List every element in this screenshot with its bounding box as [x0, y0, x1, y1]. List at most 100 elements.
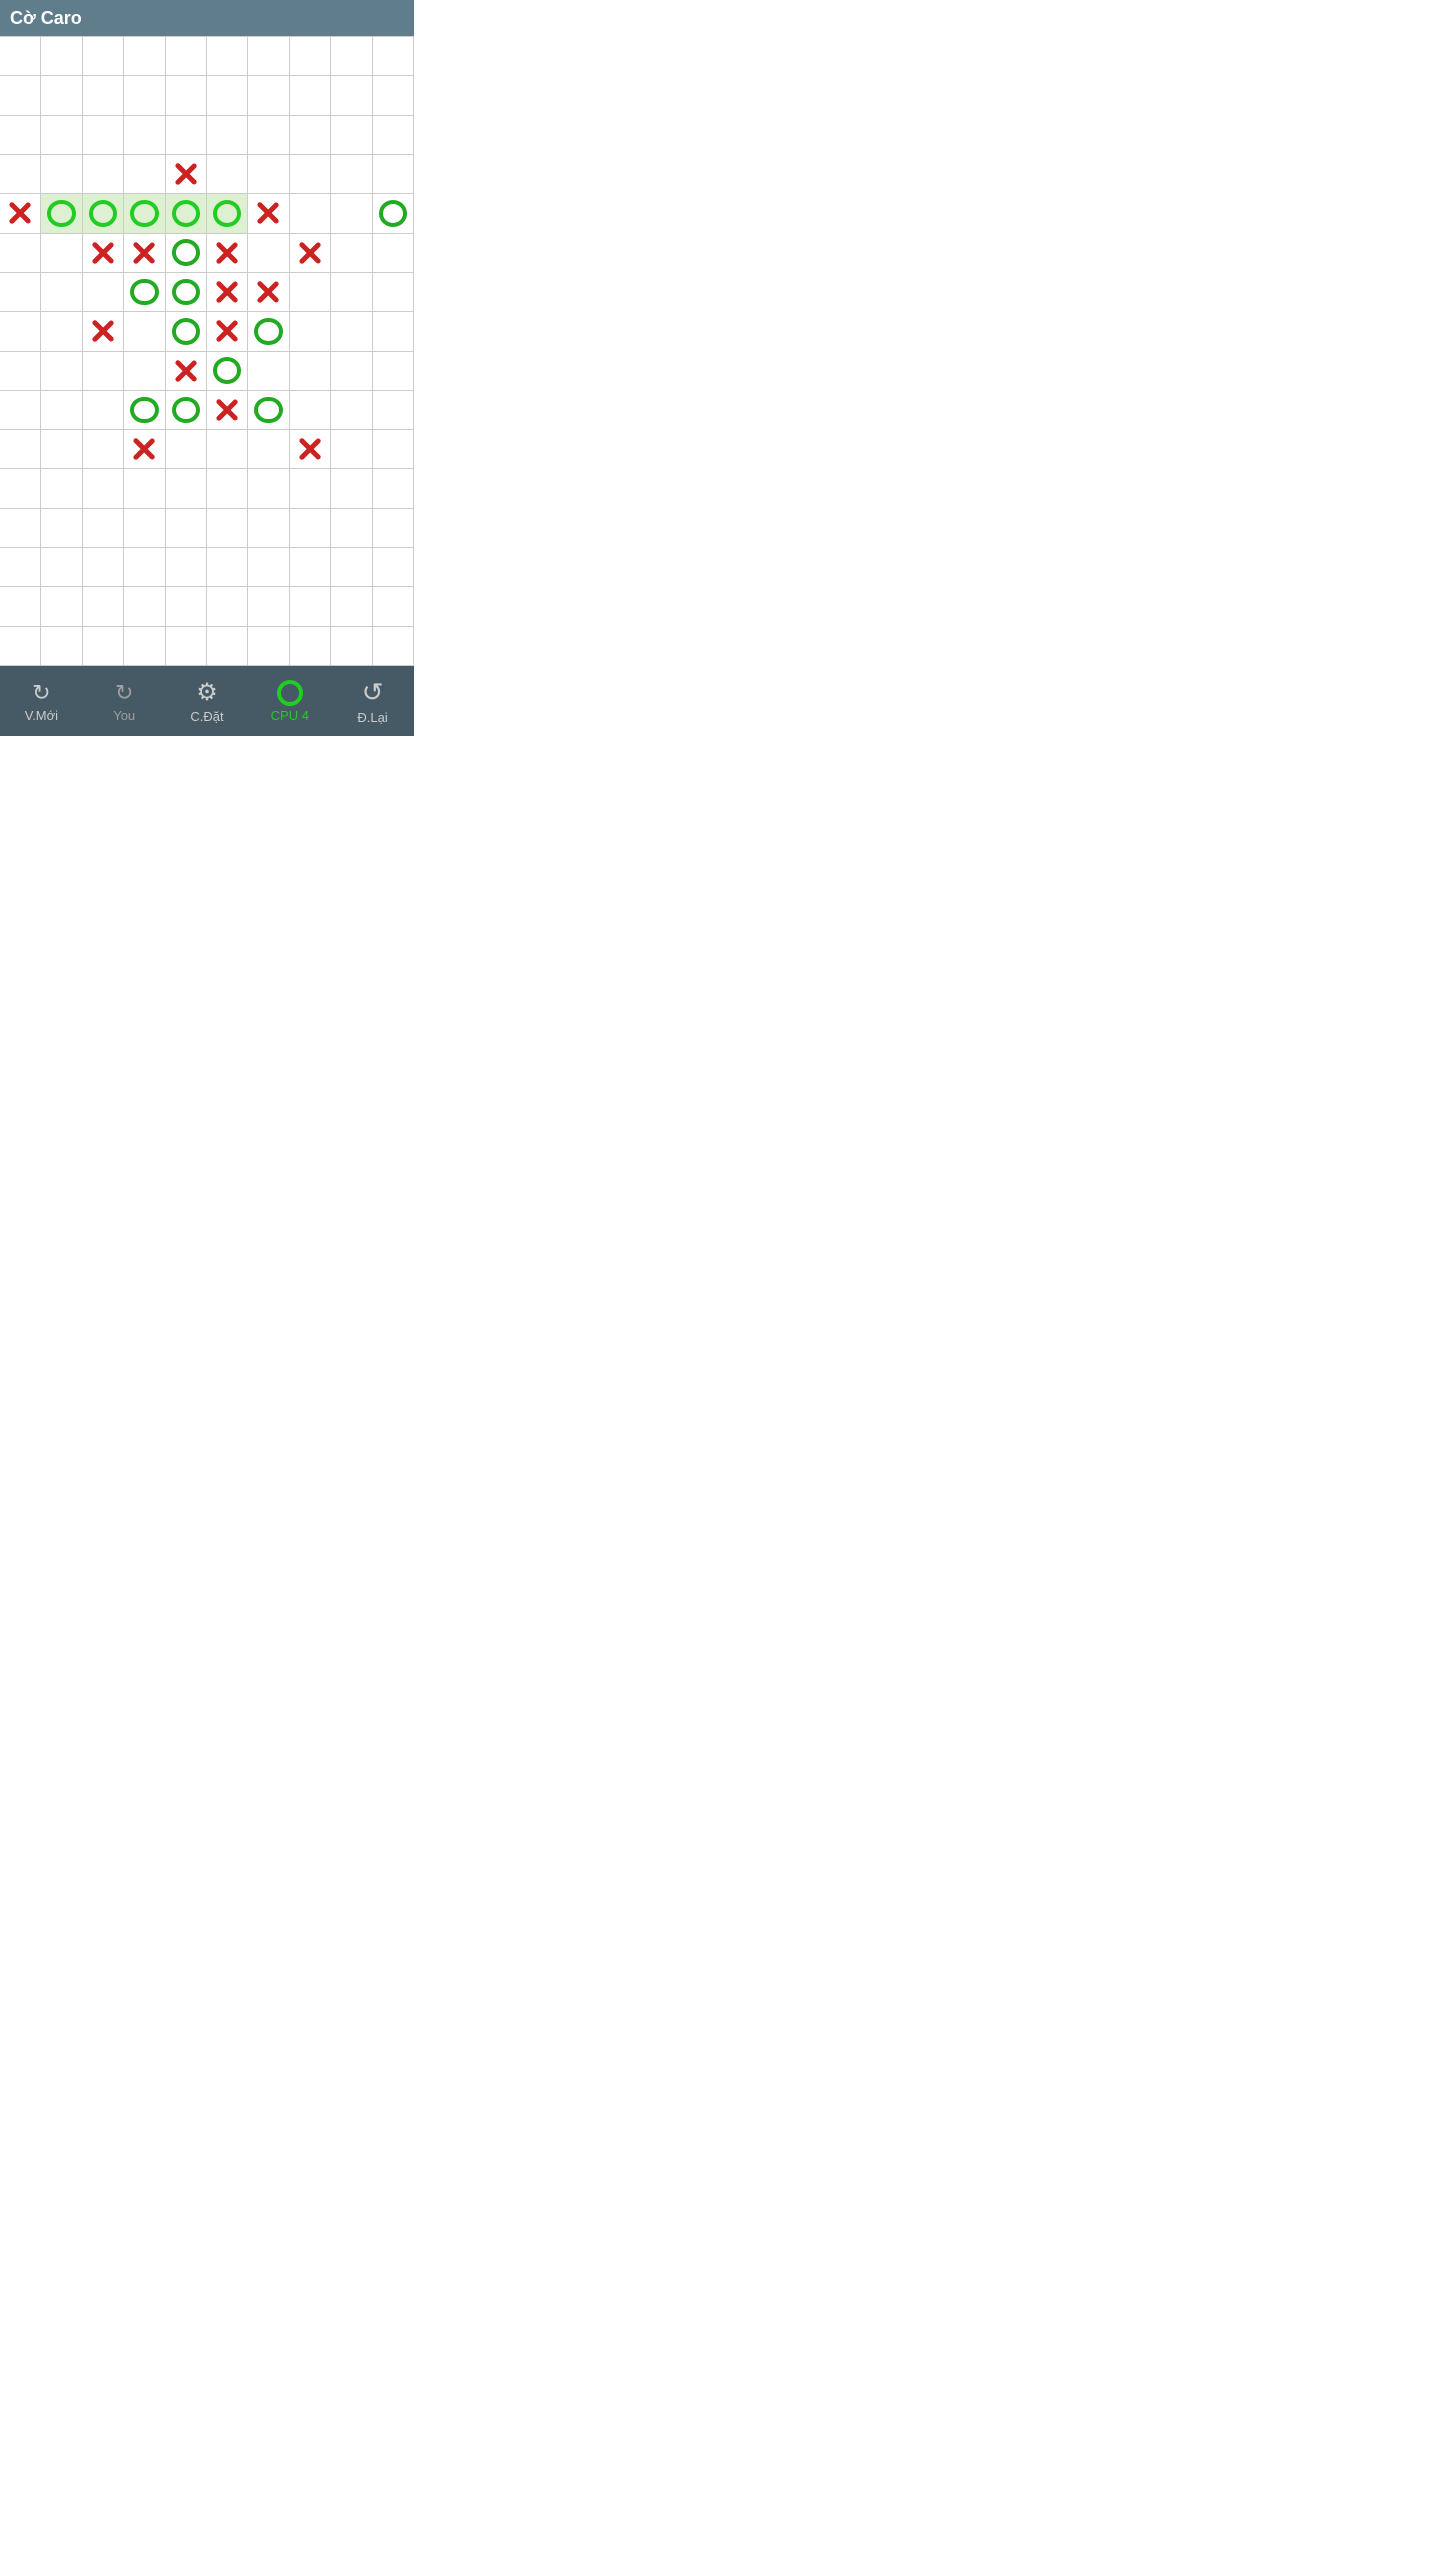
board-cell[interactable] — [331, 312, 372, 351]
board-cell[interactable] — [290, 430, 331, 469]
board-cell[interactable] — [331, 509, 372, 548]
board-cell[interactable] — [290, 627, 331, 666]
board-cell[interactable] — [0, 627, 41, 666]
board-cell[interactable] — [290, 273, 331, 312]
board-cell[interactable] — [41, 352, 82, 391]
board-cell[interactable] — [248, 391, 289, 430]
board-cell[interactable] — [248, 234, 289, 273]
board-cell[interactable] — [83, 273, 124, 312]
board-cell[interactable] — [0, 194, 41, 233]
board-cell[interactable] — [0, 155, 41, 194]
board-cell[interactable] — [373, 116, 414, 155]
board-cell[interactable] — [248, 469, 289, 508]
board-cell[interactable] — [83, 627, 124, 666]
board-cell[interactable] — [41, 155, 82, 194]
board-cell[interactable] — [83, 37, 124, 76]
board-cell[interactable] — [207, 627, 248, 666]
board-cell[interactable] — [207, 548, 248, 587]
board-cell[interactable] — [248, 37, 289, 76]
board-cell[interactable] — [41, 430, 82, 469]
board-cell[interactable] — [373, 391, 414, 430]
board-cell[interactable] — [0, 234, 41, 273]
board-cell[interactable] — [290, 312, 331, 351]
board-cell[interactable] — [331, 469, 372, 508]
board-cell[interactable] — [207, 76, 248, 115]
board-cell[interactable] — [83, 352, 124, 391]
board-cell[interactable] — [373, 469, 414, 508]
board-cell[interactable] — [290, 234, 331, 273]
board-cell[interactable] — [41, 194, 82, 233]
board-cell[interactable] — [0, 587, 41, 626]
board-cell[interactable] — [124, 312, 165, 351]
board-cell[interactable] — [248, 627, 289, 666]
board-cell[interactable] — [166, 273, 207, 312]
board-cell[interactable] — [83, 234, 124, 273]
board-cell[interactable] — [0, 391, 41, 430]
board-cell[interactable] — [207, 194, 248, 233]
board-cell[interactable] — [41, 391, 82, 430]
board-cell[interactable] — [290, 76, 331, 115]
board-cell[interactable] — [166, 548, 207, 587]
board-cell[interactable] — [41, 37, 82, 76]
board-cell[interactable] — [83, 430, 124, 469]
board-cell[interactable] — [248, 352, 289, 391]
board-cell[interactable] — [41, 469, 82, 508]
board-cell[interactable] — [290, 155, 331, 194]
board-cell[interactable] — [166, 312, 207, 351]
board-cell[interactable] — [83, 587, 124, 626]
board-cell[interactable] — [331, 548, 372, 587]
board-cell[interactable] — [290, 509, 331, 548]
board-cell[interactable] — [0, 469, 41, 508]
board-cell[interactable] — [166, 430, 207, 469]
board-cell[interactable] — [373, 273, 414, 312]
board-cell[interactable] — [373, 155, 414, 194]
board-cell[interactable] — [207, 116, 248, 155]
board-cell[interactable] — [124, 234, 165, 273]
board-cell[interactable] — [124, 352, 165, 391]
board-cell[interactable] — [248, 76, 289, 115]
board-cell[interactable] — [207, 234, 248, 273]
board-cell[interactable] — [290, 469, 331, 508]
board-cell[interactable] — [207, 352, 248, 391]
board-cell[interactable] — [248, 548, 289, 587]
board-cell[interactable] — [0, 509, 41, 548]
board-cell[interactable] — [41, 116, 82, 155]
board-cell[interactable] — [83, 391, 124, 430]
board-cell[interactable] — [124, 194, 165, 233]
board-cell[interactable] — [83, 312, 124, 351]
board-cell[interactable] — [41, 76, 82, 115]
board-cell[interactable] — [166, 116, 207, 155]
board-cell[interactable] — [166, 391, 207, 430]
you-button[interactable]: ↻ You — [83, 680, 166, 723]
board-cell[interactable] — [124, 509, 165, 548]
board-cell[interactable] — [373, 627, 414, 666]
board-cell[interactable] — [331, 430, 372, 469]
board-cell[interactable] — [83, 116, 124, 155]
board-cell[interactable] — [373, 352, 414, 391]
game-board[interactable] — [0, 36, 414, 666]
board-cell[interactable] — [41, 509, 82, 548]
board-cell[interactable] — [331, 273, 372, 312]
board-cell[interactable] — [248, 509, 289, 548]
board-cell[interactable] — [331, 391, 372, 430]
board-cell[interactable] — [373, 312, 414, 351]
board-cell[interactable] — [166, 155, 207, 194]
board-cell[interactable] — [124, 116, 165, 155]
board-cell[interactable] — [0, 116, 41, 155]
board-cell[interactable] — [373, 509, 414, 548]
board-cell[interactable] — [331, 234, 372, 273]
cpu-button[interactable]: CPU 4 — [248, 680, 331, 723]
board-cell[interactable] — [166, 352, 207, 391]
board-cell[interactable] — [124, 76, 165, 115]
board-cell[interactable] — [83, 194, 124, 233]
board-cell[interactable] — [248, 273, 289, 312]
board-cell[interactable] — [207, 155, 248, 194]
board-cell[interactable] — [248, 430, 289, 469]
board-cell[interactable] — [83, 469, 124, 508]
board-cell[interactable] — [373, 430, 414, 469]
board-cell[interactable] — [331, 116, 372, 155]
board-cell[interactable] — [124, 548, 165, 587]
board-cell[interactable] — [373, 587, 414, 626]
board-cell[interactable] — [248, 194, 289, 233]
board-cell[interactable] — [124, 430, 165, 469]
